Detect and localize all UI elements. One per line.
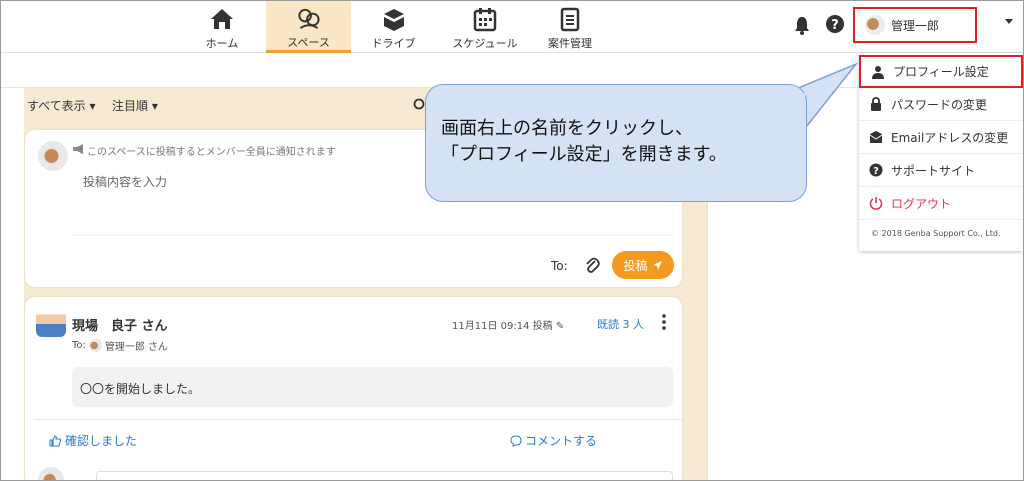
- menu-item-logout[interactable]: ログアウト: [859, 187, 1023, 220]
- nav-drive-label: ドライブ: [371, 37, 416, 50]
- comment-icon: [510, 434, 522, 447]
- callout-text: 画面右上の名前をクリックし、 「プロフィール設定」を開きます。: [441, 118, 727, 165]
- chevron-down-icon[interactable]: [1005, 19, 1013, 24]
- post-datetime: 11月11日 09:14 投稿 ✎: [452, 321, 565, 332]
- filter-sort[interactable]: 注目順 ▾: [112, 97, 158, 114]
- author-avatar: [36, 305, 66, 337]
- post-recipient: To: 管理一郎 さん: [72, 339, 168, 353]
- power-icon: [869, 197, 883, 210]
- confirm-button[interactable]: 確認しました: [49, 432, 137, 449]
- post-input-placeholder: 投稿内容を入力: [83, 175, 168, 189]
- top-navigation-bar: ホーム スペース ドライブ スケジュール 案件管理 ? 管理一郎: [1, 1, 1023, 53]
- to-label[interactable]: To:: [551, 259, 568, 273]
- menu-item-profile[interactable]: プロフィール設定: [859, 55, 1023, 88]
- person-icon: [872, 65, 884, 79]
- copyright-text: © 2018 Genba Support Co., Ltd.: [871, 229, 1001, 238]
- calendar-icon: [473, 8, 497, 32]
- nav-space-label: スペース: [287, 36, 330, 49]
- drive-icon: [383, 9, 404, 31]
- bell-icon[interactable]: [793, 15, 811, 35]
- home-icon: [211, 9, 233, 29]
- svg-text:?: ?: [873, 166, 879, 177]
- space-icon: [297, 8, 320, 29]
- lock-icon: [871, 97, 881, 111]
- paperclip-icon[interactable]: [584, 256, 600, 274]
- thumbs-up-icon: [49, 434, 61, 446]
- post-button-label: 投稿: [623, 258, 648, 273]
- help-icon[interactable]: ?: [825, 14, 845, 34]
- svg-text:?: ?: [831, 18, 839, 33]
- send-icon: [652, 260, 662, 270]
- divider: [34, 419, 682, 420]
- app-window: ホーム スペース ドライブ スケジュール 案件管理 ? 管理一郎 すべて表示 ▾…: [0, 0, 1024, 481]
- filter-show-all[interactable]: すべて表示 ▾: [27, 97, 96, 114]
- nav-schedule-label: スケジュール: [452, 37, 518, 50]
- question-icon: ?: [869, 163, 883, 177]
- post-button[interactable]: 投稿: [612, 251, 674, 279]
- comment-input[interactable]: [96, 471, 673, 480]
- post-author[interactable]: 現場 良子 さん: [72, 315, 168, 334]
- user-dropdown-menu: プロフィール設定 パスワードの変更 Emailアドレスの変更 ? サポートサイト…: [859, 53, 1023, 251]
- nav-space[interactable]: スペース: [266, 1, 351, 53]
- menu-item-password[interactable]: パスワードの変更: [859, 88, 1023, 121]
- more-options-icon[interactable]: [661, 313, 667, 331]
- avatar: [38, 141, 68, 171]
- user-menu-button[interactable]: 管理一郎: [853, 7, 977, 43]
- nav-home[interactable]: ホーム: [198, 1, 246, 53]
- user-name: 管理一郎: [891, 18, 940, 33]
- nav-case-management[interactable]: 案件管理: [544, 1, 596, 53]
- menu-item-support[interactable]: ? サポートサイト: [859, 154, 1023, 187]
- megaphone-icon: [73, 144, 83, 154]
- read-count[interactable]: 既読 3 人: [597, 316, 644, 332]
- comment-button[interactable]: コメントする: [510, 432, 597, 449]
- avatar: [88, 339, 102, 352]
- nav-home-label: ホーム: [205, 37, 239, 50]
- avatar: [865, 15, 885, 35]
- envelope-icon: [869, 131, 883, 143]
- composer-notice: このスペースに投稿するとメンバー全員に通知されます: [87, 147, 336, 158]
- clipboard-icon: [560, 7, 580, 32]
- nav-drive[interactable]: ドライブ: [366, 1, 421, 53]
- nav-case-label: 案件管理: [548, 37, 592, 50]
- menu-item-email[interactable]: Emailアドレスの変更: [859, 121, 1023, 154]
- nav-schedule[interactable]: スケジュール: [448, 1, 522, 53]
- post-message: 〇〇を開始しました。: [72, 367, 673, 407]
